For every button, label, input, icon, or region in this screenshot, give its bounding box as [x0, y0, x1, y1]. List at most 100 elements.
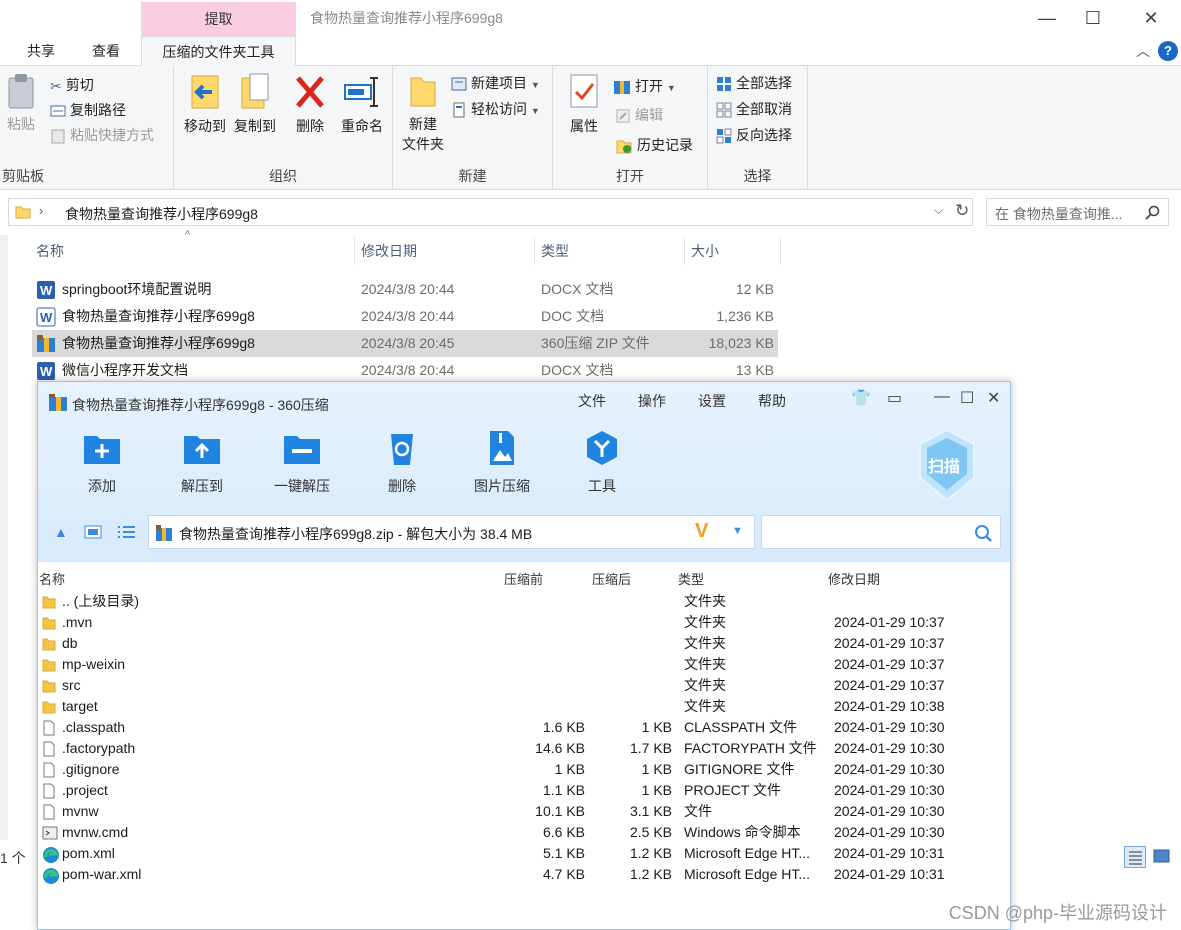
- paste-button[interactable]: 粘贴: [4, 72, 38, 134]
- tab-view[interactable]: 查看: [78, 36, 134, 66]
- select-none-button[interactable]: 全部取消: [716, 98, 792, 120]
- search-input[interactable]: 在 食物热量查询推...: [986, 198, 1169, 226]
- zip-row-name: mp-weixin: [62, 656, 126, 672]
- add-button[interactable]: 添加: [57, 430, 147, 496]
- zip-delete-button[interactable]: 删除: [357, 430, 447, 496]
- feedback-icon[interactable]: ▭: [887, 388, 902, 408]
- zip-row[interactable]: .project 1.1 KB 1 KB PROJECT 文件 2024-01-29 1…: [38, 780, 1010, 801]
- new-item-button[interactable]: 新建项目 ▼: [451, 72, 540, 94]
- zip-minimize-button[interactable]: —: [934, 388, 950, 406]
- thumbnail-view-icon[interactable]: [84, 525, 102, 539]
- extract-to-button[interactable]: 解压到: [157, 430, 247, 496]
- column-size[interactable]: 大小: [691, 237, 719, 265]
- zip-search-input[interactable]: [761, 515, 1001, 549]
- image-compress-button[interactable]: 图片压缩: [457, 430, 547, 496]
- breadcrumb[interactable]: 食物热量查询推荐小程序699g8: [65, 204, 258, 224]
- minimize-button[interactable]: —: [1024, 4, 1070, 32]
- zip-column-date[interactable]: 修改日期: [828, 569, 880, 588]
- copy-to-button[interactable]: 复制到: [230, 72, 280, 136]
- zip-row[interactable]: mvnw.cmd 6.6 KB 2.5 KB Windows 命令脚本 2024-01-…: [38, 822, 1010, 843]
- column-name[interactable]: 名称: [36, 237, 64, 265]
- edit-button[interactable]: 编辑: [615, 104, 663, 126]
- zip-row[interactable]: .. (上级目录) 文件夹: [38, 591, 1010, 612]
- zip-row[interactable]: db 文件夹 2024-01-29 10:37: [38, 633, 1010, 654]
- cut-button[interactable]: ✂ 剪切: [50, 74, 94, 96]
- zip-window-title: 食物热量查询推荐小程序699g8 - 360压缩: [72, 397, 329, 413]
- large-icons-view-button[interactable]: [1151, 846, 1173, 868]
- column-divider[interactable]: [354, 237, 355, 265]
- file-row-selected[interactable]: 食物热量查询推荐小程序699g8 2024/3/8 20:45 360压缩 ZI…: [32, 330, 778, 357]
- column-divider[interactable]: [534, 237, 535, 265]
- paste-icon: [8, 74, 34, 109]
- archive-path-bar[interactable]: 食物热量查询推荐小程序699g8.zip - 解包大小为 38.4 MB V ▼: [148, 515, 755, 549]
- tools-button[interactable]: 工具: [557, 430, 647, 496]
- zip-column-before[interactable]: 压缩前: [504, 569, 543, 588]
- zip-search-icon[interactable]: [974, 524, 992, 542]
- paste-shortcut-button[interactable]: 粘贴快捷方式: [50, 124, 154, 146]
- zip-column-type[interactable]: 类型: [678, 569, 704, 588]
- zip-row[interactable]: pom-war.xml 4.7 KB 1.2 KB Microsoft Edge HT…: [38, 864, 1010, 885]
- new-folder-button[interactable]: 新建 文件夹: [397, 72, 449, 154]
- zip-row[interactable]: .gitignore 1 KB 1 KB GITIGNORE 文件 2024-01-29…: [38, 759, 1010, 780]
- properties-button[interactable]: 属性: [563, 72, 605, 136]
- v-logo-icon[interactable]: V: [695, 520, 708, 543]
- one-click-extract-button[interactable]: 一键解压: [257, 430, 347, 496]
- zip-row-name: target: [62, 698, 98, 714]
- collapse-ribbon-icon[interactable]: ︿: [1136, 41, 1150, 61]
- delete-button[interactable]: 删除: [288, 72, 332, 136]
- zip-row[interactable]: src 文件夹 2024-01-29 10:37: [38, 675, 1010, 696]
- file-row[interactable]: W 食物热量查询推荐小程序699g8 2024/3/8 20:44 DOC 文档…: [32, 303, 778, 330]
- copy-path-button[interactable]: 复制路径: [50, 99, 126, 121]
- menu-file[interactable]: 文件: [578, 391, 606, 411]
- zip-row-name: db: [62, 635, 78, 651]
- tab-extract[interactable]: 提取: [141, 2, 296, 36]
- open-button[interactable]: 打开 ▼: [613, 75, 676, 97]
- breadcrumb-chevron-icon[interactable]: ›: [39, 203, 43, 218]
- zip-row[interactable]: mvnw 10.1 KB 3.1 KB 文件 2024-01-29 10:30: [38, 801, 1010, 822]
- address-bar[interactable]: › 食物热量查询推荐小程序699g8 ⌵ ↻: [8, 198, 973, 226]
- refresh-icon[interactable]: ↻: [955, 201, 969, 221]
- navigation-pane-scrollbar[interactable]: [0, 235, 8, 840]
- menu-settings[interactable]: 设置: [698, 391, 726, 411]
- path-dropdown-icon[interactable]: ▼: [732, 525, 743, 537]
- maximize-button[interactable]: ☐: [1070, 4, 1116, 32]
- zip-row[interactable]: mp-weixin 文件夹 2024-01-29 10:37: [38, 654, 1010, 675]
- list-view-icon[interactable]: [118, 525, 136, 539]
- history-button[interactable]: 历史记录: [615, 134, 693, 156]
- zip-row-size-after: 2.5 KB: [629, 824, 672, 840]
- address-dropdown-icon[interactable]: ⌵: [934, 203, 943, 218]
- close-button[interactable]: ✕: [1128, 4, 1174, 32]
- zip-row[interactable]: .mvn 文件夹 2024-01-29 10:37: [38, 612, 1010, 633]
- easy-access-button[interactable]: 轻松访问 ▼: [451, 98, 540, 120]
- scan-button[interactable]: 扫描: [916, 428, 978, 505]
- zip-row-type: 文件夹: [684, 656, 726, 672]
- move-to-button[interactable]: 移动到: [180, 72, 230, 136]
- zip-row[interactable]: target 文件夹 2024-01-29 10:38: [38, 696, 1010, 717]
- invert-selection-button[interactable]: 反向选择: [716, 124, 792, 146]
- menu-operate[interactable]: 操作: [638, 391, 666, 411]
- zip-close-button[interactable]: ✕: [987, 388, 1000, 408]
- up-arrow-icon[interactable]: ▲: [54, 524, 68, 540]
- zip-column-after[interactable]: 压缩后: [592, 569, 631, 588]
- column-type[interactable]: 类型: [541, 237, 569, 265]
- zip-row[interactable]: pom.xml 5.1 KB 1.2 KB Microsoft Edge HT... 2…: [38, 843, 1010, 864]
- tab-share[interactable]: 共享: [14, 36, 68, 66]
- tab-compressed-folder-tools[interactable]: 压缩的文件夹工具: [141, 36, 296, 67]
- window-title: 食物热量查询推荐小程序699g8: [310, 10, 503, 26]
- file-row[interactable]: W springboot环境配置说明 2024/3/8 20:44 DOCX 文…: [32, 276, 778, 303]
- details-view-button[interactable]: [1124, 846, 1146, 868]
- column-date[interactable]: 修改日期: [361, 237, 417, 265]
- file-row[interactable]: W 微信小程序开发文档 2024/3/8 20:44 DOCX 文档 13 KB: [32, 357, 778, 384]
- rename-button[interactable]: 重命名: [336, 72, 388, 136]
- skin-icon[interactable]: 👕: [851, 388, 871, 408]
- zip-row[interactable]: .classpath 1.6 KB 1 KB CLASSPATH 文件 2024-01-…: [38, 717, 1010, 738]
- help-icon[interactable]: ?: [1158, 41, 1178, 61]
- zip-column-name[interactable]: 名称: [39, 569, 65, 588]
- zip-row[interactable]: .factorypath 14.6 KB 1.7 KB FACTORYPATH 文件 2…: [38, 738, 1010, 759]
- search-icon[interactable]: [1145, 205, 1161, 221]
- column-divider[interactable]: [780, 237, 781, 265]
- zip-maximize-button[interactable]: ☐: [960, 388, 974, 408]
- menu-help[interactable]: 帮助: [758, 391, 786, 411]
- select-all-button[interactable]: 全部选择: [716, 72, 792, 94]
- column-divider[interactable]: [684, 237, 685, 265]
